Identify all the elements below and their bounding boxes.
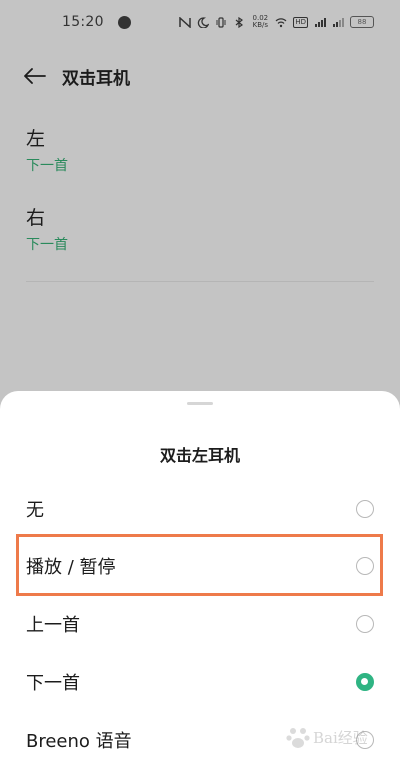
vibrate-icon [215,16,227,28]
option-next-track[interactable]: 下一首 [0,654,400,710]
battery-icon: 88 [350,16,374,28]
drag-handle[interactable] [187,402,213,405]
option-label: 播放 / 暂停 [26,557,116,578]
option-label: 上一首 [26,615,80,636]
radio-unchecked-icon[interactable] [356,731,374,749]
option-label: 下一首 [26,673,80,694]
arrow-left-icon [24,68,46,84]
option-label: Breeno 语音 [26,731,132,752]
option-label: 无 [26,500,44,521]
status-bar: 15:20 0.02 KB/s HD 88 [0,0,400,44]
option-breeno-voice[interactable]: Breeno 语音 [0,712,400,768]
status-time: 15:20 [62,14,104,30]
network-speed: 0.02 KB/s [252,14,269,29]
sheet-title: 双击左耳机 [159,446,240,465]
status-icons: 0.02 KB/s HD 88 [179,15,374,29]
nfc-icon [179,16,192,28]
radio-unchecked-icon[interactable] [356,615,374,633]
radio-checked-icon[interactable] [356,673,374,691]
setting-label-right: 右 [26,207,46,229]
setting-item-left[interactable]: 左 下一首 [26,124,376,175]
signal-4g-icon [332,17,344,28]
signal-5g-icon [314,17,326,28]
page-header: 双击耳机 [0,56,400,96]
radio-unchecked-icon[interactable] [356,500,374,518]
setting-value-right: 下一首 [26,237,68,253]
radio-unchecked-icon[interactable] [356,557,374,575]
notification-icon [117,15,131,29]
page-title: 双击耳机 [62,68,130,89]
setting-value-left: 下一首 [26,158,68,174]
moon-icon [197,16,210,28]
divider [26,281,374,282]
hd-badge: HD [293,16,308,28]
wifi-icon [275,17,287,28]
setting-label-left: 左 [26,128,46,150]
setting-item-right[interactable]: 右 下一首 [26,203,376,254]
option-play-pause[interactable]: 播放 / 暂停 [0,538,400,594]
back-button[interactable] [22,63,48,89]
option-none[interactable]: 无 [0,481,400,537]
bluetooth-icon [233,16,245,28]
option-previous-track[interactable]: 上一首 [0,596,400,652]
